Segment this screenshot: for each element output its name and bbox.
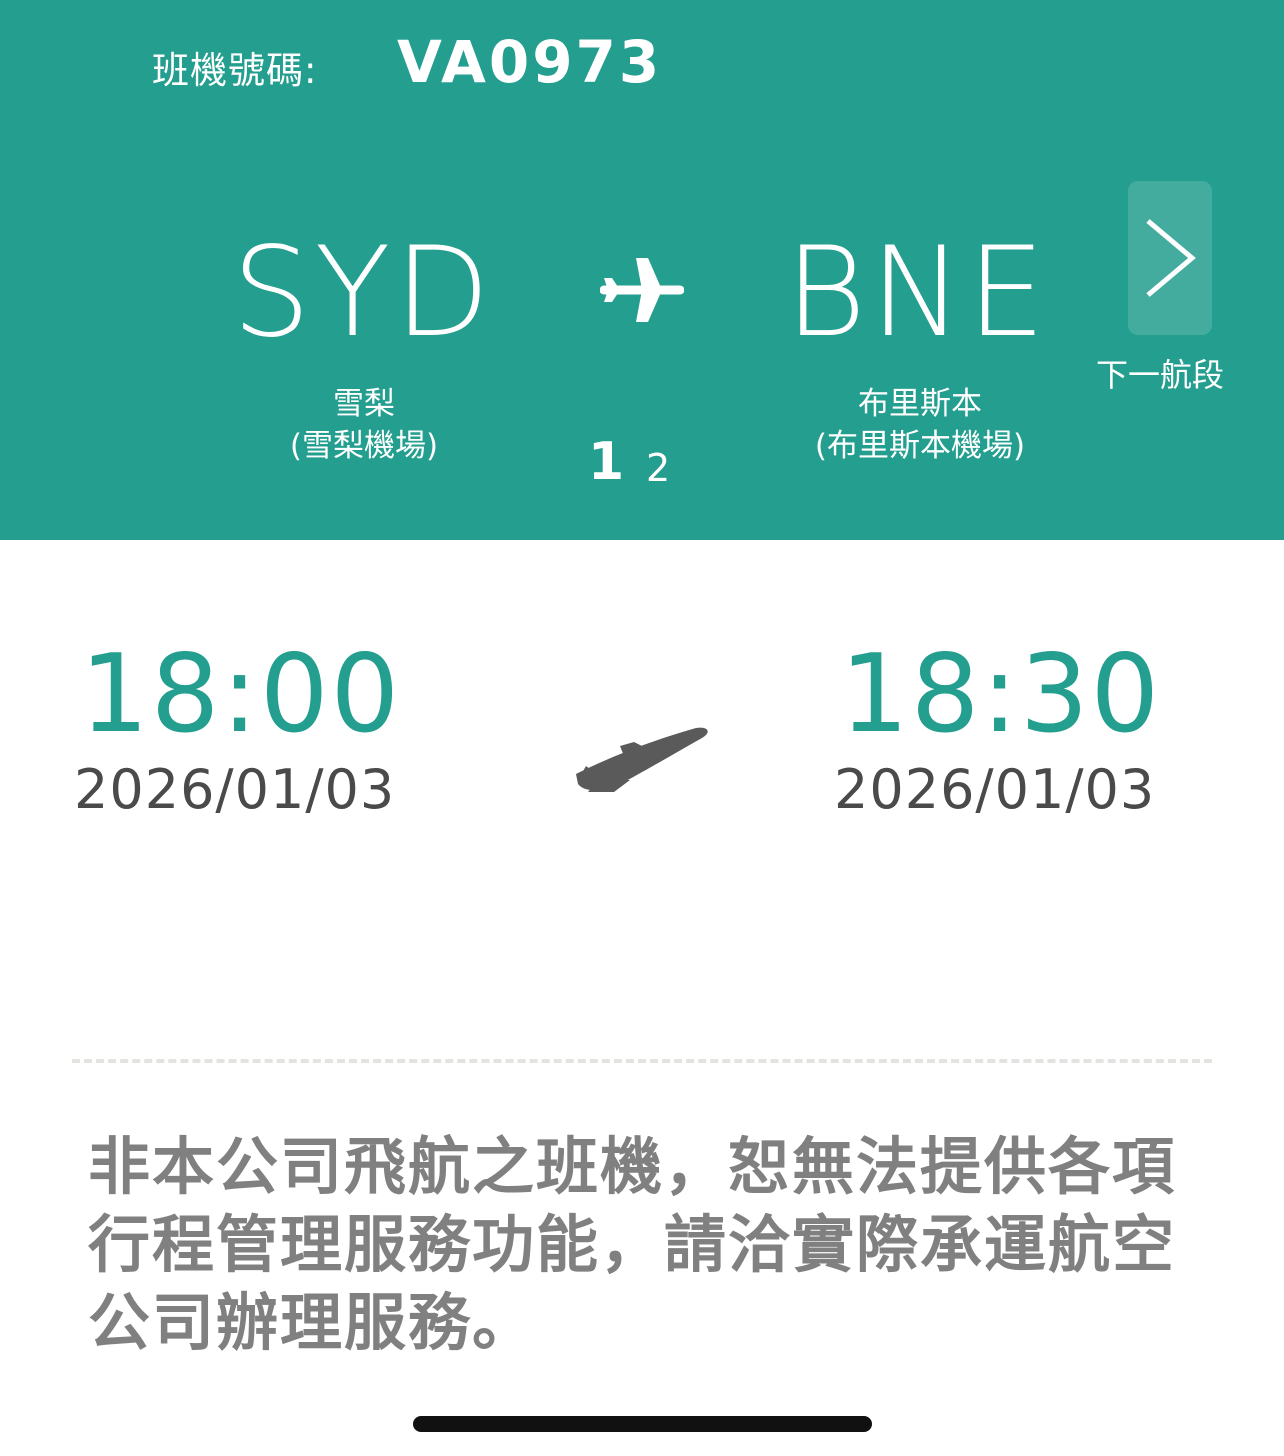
segment-page-current[interactable]: 1	[588, 432, 624, 492]
flight-number: VA0973	[397, 28, 663, 96]
airplane-takeoff-icon	[576, 727, 708, 792]
dashed-divider	[72, 1059, 1212, 1063]
destination-airport: (布里斯本機場)	[814, 428, 1026, 464]
origin-city: 雪梨	[333, 386, 395, 422]
origin-code: SYD	[232, 221, 494, 365]
destination-city: 布里斯本	[858, 386, 982, 422]
arrival-time: 18:30	[840, 632, 1162, 757]
flight-number-label: 班機號碼:	[152, 49, 318, 92]
arrival-date: 2026/01/03	[834, 758, 1156, 821]
segment-page-other[interactable]: 2	[646, 446, 670, 490]
departure-date: 2026/01/03	[74, 758, 396, 821]
next-segment-label[interactable]: 下一航段	[1096, 350, 1224, 396]
departure-time: 18:00	[80, 632, 402, 757]
origin-airport: (雪梨機場)	[289, 428, 439, 464]
destination-code: BNE	[785, 221, 1050, 365]
codeshare-notice: 非本公司飛航之班機，恕無法提供各項行程管理服務功能，請洽實際承運航空公司辦理服務…	[88, 1130, 1177, 1359]
flight-header: 班機號碼: VA0973 SYD BNE 雪梨 (雪梨機場) 布里斯本 (布里斯…	[0, 0, 1284, 540]
home-indicator[interactable]	[413, 1416, 872, 1432]
airplane-icon	[600, 258, 684, 322]
next-segment-button[interactable]	[1128, 181, 1212, 335]
chevron-right-icon	[1146, 219, 1196, 297]
